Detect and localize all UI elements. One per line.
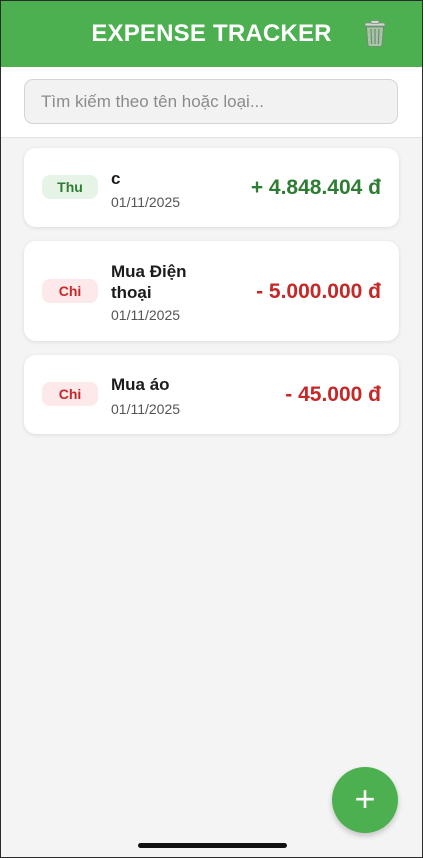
- search-input[interactable]: [24, 79, 398, 124]
- transaction-title: Mua Điện thoại: [111, 262, 187, 302]
- page-title: EXPENSE TRACKER: [91, 20, 332, 47]
- search-bar: [1, 67, 422, 138]
- type-badge: Thu: [42, 175, 98, 199]
- transaction-date: 01/11/2025: [111, 307, 181, 323]
- transaction-title: c: [111, 169, 121, 188]
- transaction-title: Mua áo: [111, 375, 170, 394]
- transaction-date: 01/11/2025: [111, 401, 181, 417]
- transaction-amount: - 45.000 đ: [285, 383, 381, 406]
- app-screen: EXPENSE TRACKER Thu c 01/11/2025 + 4.848…: [0, 0, 423, 858]
- transaction-amount: + 4.848.404 đ: [250, 176, 381, 199]
- type-badge: Chi: [42, 382, 98, 406]
- app-header: EXPENSE TRACKER: [1, 1, 422, 67]
- transaction-card-expense[interactable]: Chi Mua áo 01/11/2025 - 45.000 đ: [24, 355, 399, 434]
- home-indicator: [138, 843, 287, 848]
- transaction-date: 01/11/2025: [111, 194, 181, 210]
- trash-icon[interactable]: [360, 18, 390, 48]
- transaction-card-expense[interactable]: Chi Mua Điện thoại 01/11/2025 - 5.000.00…: [24, 241, 399, 341]
- transaction-amount: - 5.000.000 đ: [256, 280, 381, 303]
- transaction-card-income[interactable]: Thu c 01/11/2025 + 4.848.404 đ: [24, 148, 399, 227]
- plus-icon: +: [354, 778, 376, 819]
- add-transaction-button[interactable]: +: [332, 767, 398, 833]
- type-badge: Chi: [42, 279, 98, 303]
